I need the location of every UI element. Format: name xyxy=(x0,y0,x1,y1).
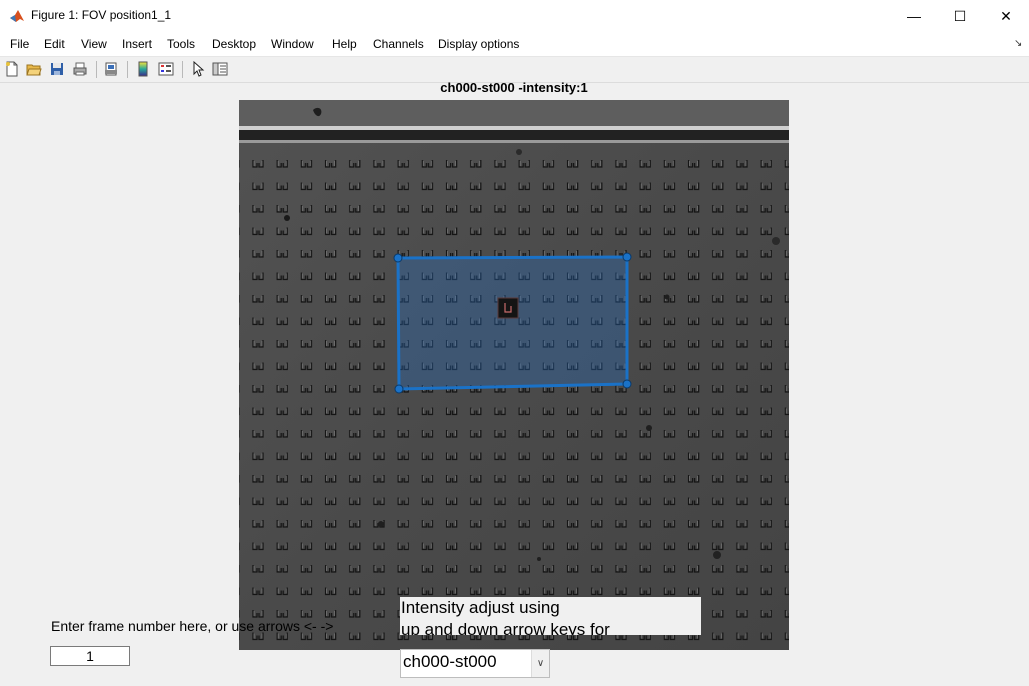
axes-title: ch000-st000 -intensity:1 xyxy=(440,80,588,95)
channel-dropdown[interactable]: ch000-st000 ∨ xyxy=(400,649,550,678)
menu-desktop[interactable]: Desktop xyxy=(212,37,256,51)
roi-handle[interactable] xyxy=(394,384,404,394)
pointer-icon[interactable] xyxy=(189,60,207,78)
matlab-icon xyxy=(9,8,25,24)
roi-rectangle[interactable] xyxy=(396,255,629,391)
property-inspector-icon[interactable] xyxy=(211,60,229,78)
colorbar-icon[interactable] xyxy=(134,60,152,78)
window-title: Figure 1: FOV position1_1 xyxy=(31,8,172,22)
roi-handle[interactable] xyxy=(622,379,632,389)
menu-channels[interactable]: Channels xyxy=(373,37,424,51)
menu-edit[interactable]: Edit xyxy=(44,37,65,51)
menu-display-options[interactable]: Display options xyxy=(438,37,519,51)
print-icon[interactable] xyxy=(71,60,89,78)
intensity-adjust-label: Intensity adjust using up and down arrow… xyxy=(400,597,701,635)
toolbar-separator xyxy=(182,61,183,78)
save-icon[interactable] xyxy=(48,60,66,78)
menu-window[interactable]: Window xyxy=(271,37,314,51)
chevron-down-icon[interactable]: ∨ xyxy=(531,650,549,677)
menu-file[interactable]: File xyxy=(10,37,29,51)
legend-icon[interactable] xyxy=(157,60,175,78)
fov-image[interactable] xyxy=(239,100,789,650)
frame-number-input[interactable]: 1 xyxy=(50,646,130,666)
menu-bar: File Edit View Insert Tools Desktop Wind… xyxy=(0,32,1029,57)
close-button[interactable]: ✕ xyxy=(983,0,1029,32)
dock-icon[interactable]: ↘ xyxy=(1014,38,1022,49)
intensity-label-line2: up and down arrow keys for xyxy=(401,620,610,635)
new-figure-icon[interactable] xyxy=(3,60,21,78)
title-bar: Figure 1: FOV position1_1 — ☐ ✕ xyxy=(0,0,1029,32)
roi-handle[interactable] xyxy=(393,253,403,263)
toolbar-separator xyxy=(96,61,97,78)
roi-handle[interactable] xyxy=(622,252,632,262)
menu-help[interactable]: Help xyxy=(332,37,357,51)
menu-view[interactable]: View xyxy=(81,37,107,51)
fov-image-canvas xyxy=(239,100,789,650)
minimize-button[interactable]: — xyxy=(891,0,937,32)
channel-selected-value: ch000-st000 xyxy=(403,652,497,671)
open-file-icon[interactable] xyxy=(25,60,43,78)
menu-tools[interactable]: Tools xyxy=(167,37,195,51)
toolbar-separator xyxy=(127,61,128,78)
intensity-label-line1: Intensity adjust using xyxy=(401,598,560,617)
menu-insert[interactable]: Insert xyxy=(122,37,152,51)
frame-number-label: Enter frame number here, or use arrows <… xyxy=(51,618,334,634)
print-preview-icon[interactable] xyxy=(102,60,120,78)
selected-trap xyxy=(497,297,519,319)
maximize-button[interactable]: ☐ xyxy=(937,0,983,32)
